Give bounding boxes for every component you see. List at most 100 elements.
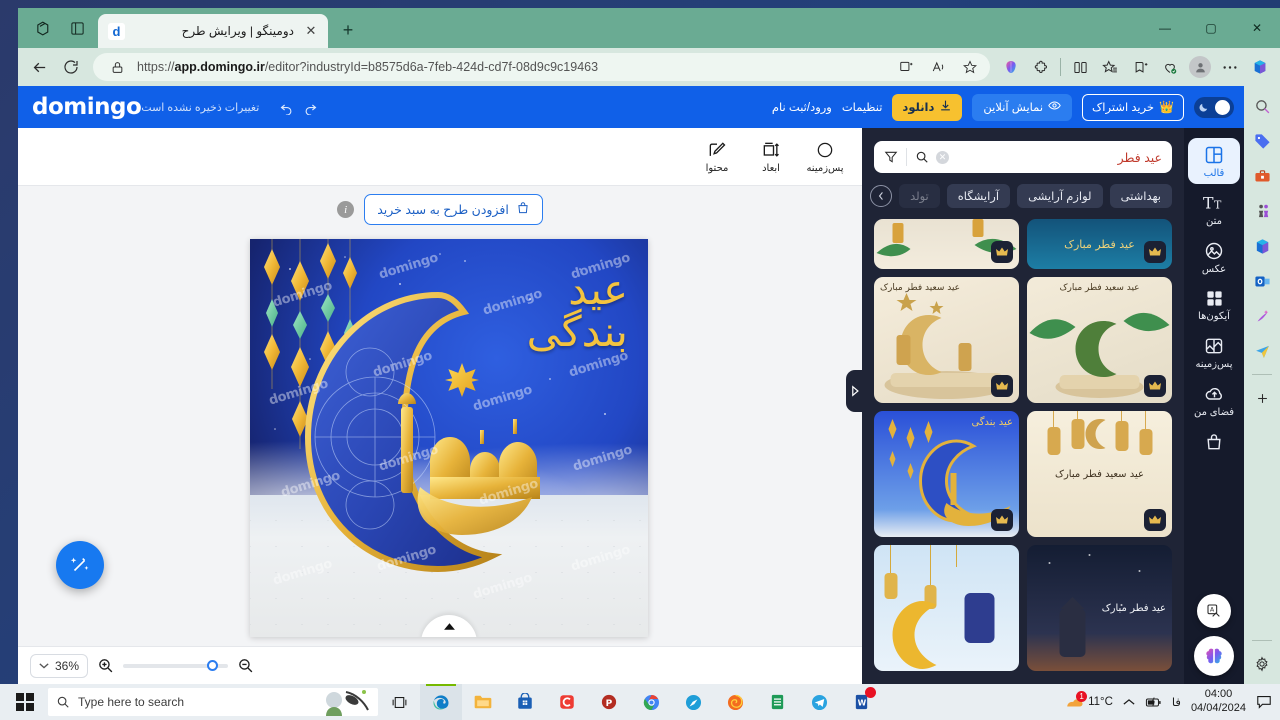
- battery-charging-icon[interactable]: [1145, 696, 1162, 709]
- p-app-icon[interactable]: P: [588, 684, 630, 720]
- tab-list-icon[interactable]: [62, 14, 92, 42]
- profile-icon[interactable]: [1186, 53, 1214, 81]
- add-to-cart-button[interactable]: افزودن طرح به سبد خرید: [364, 194, 543, 225]
- weather-widget[interactable]: 1 11°C: [1065, 691, 1113, 710]
- sheets-icon[interactable]: [756, 684, 798, 720]
- task-view-icon[interactable]: [378, 684, 420, 720]
- address-bar[interactable]: https://app.domingo.ir/editor?industryId…: [93, 53, 990, 81]
- language-indicator[interactable]: فا: [1172, 695, 1181, 709]
- microsoft365-icon[interactable]: [1250, 234, 1274, 258]
- file-explorer-icon[interactable]: [462, 684, 504, 720]
- copilot-icon[interactable]: [997, 53, 1025, 81]
- back-icon[interactable]: [24, 52, 54, 82]
- telegram-icon[interactable]: [798, 684, 840, 720]
- panel-collapse-toggle[interactable]: [846, 370, 863, 412]
- minimize-button[interactable]: —: [1142, 12, 1188, 44]
- firefox-icon[interactable]: [714, 684, 756, 720]
- add-icon[interactable]: [1250, 386, 1274, 410]
- new-tab-button[interactable]: +: [334, 16, 362, 44]
- sidebar-item-text[interactable]: T T متن: [1188, 186, 1240, 232]
- buy-subscription-button[interactable]: 👑 خرید اشتراک: [1082, 93, 1184, 121]
- show-hidden-icons-chevron-icon[interactable]: [1123, 698, 1135, 706]
- browser-tab[interactable]: d دومینگو | ویرایش طرح ✕: [98, 14, 328, 48]
- chip-arayeshgah[interactable]: آرایشگاه: [946, 184, 1011, 208]
- microsoft-store-icon[interactable]: [504, 684, 546, 720]
- sidebar-item-extra[interactable]: [1188, 425, 1240, 457]
- ai-brain-button[interactable]: [1194, 636, 1234, 676]
- tool-background[interactable]: پس‌زمینه: [800, 136, 850, 178]
- split-screen-icon[interactable]: [1066, 53, 1094, 81]
- sidebar-item-icons[interactable]: آیکون‌ها: [1188, 282, 1240, 327]
- zoom-level-select[interactable]: 36%: [30, 653, 89, 678]
- favorite-star-icon[interactable]: [958, 55, 982, 79]
- template-thumbnail[interactable]: عید سعید فطر مبارک: [1027, 411, 1172, 537]
- reload-icon[interactable]: [56, 52, 86, 82]
- notification-center-icon[interactable]: [1256, 695, 1272, 709]
- word-icon[interactable]: W: [840, 684, 882, 720]
- browser-essentials-icon[interactable]: [1156, 53, 1184, 81]
- zoom-slider-knob[interactable]: [207, 659, 219, 671]
- sidebar-item-template[interactable]: قالب: [1188, 138, 1240, 184]
- read-aloud-icon[interactable]: [926, 55, 950, 79]
- info-icon[interactable]: i: [337, 201, 355, 218]
- template-thumbnail[interactable]: عید سعید فطر مبارک: [1027, 277, 1172, 403]
- dark-mode-toggle[interactable]: [1194, 96, 1234, 118]
- design-canvas[interactable]: عید بندگی domingo domingo domingo doming…: [250, 239, 648, 637]
- taskbar-search[interactable]: Type here to search: [48, 688, 378, 716]
- tab-search-icon[interactable]: [28, 14, 58, 42]
- browser-icon[interactable]: [672, 684, 714, 720]
- tool-dimensions[interactable]: ابعاد: [746, 136, 796, 178]
- chrome-icon[interactable]: [630, 684, 672, 720]
- maximize-button[interactable]: ▢: [1188, 12, 1234, 44]
- favorites-icon[interactable]: [1096, 53, 1124, 81]
- template-thumbnail[interactable]: عید فطر مبارک: [1027, 545, 1172, 671]
- login-register-link[interactable]: ورود/ثبت نام: [772, 100, 832, 114]
- split-window-icon[interactable]: [894, 55, 918, 79]
- online-preview-button[interactable]: نمایش آنلاین: [972, 93, 1073, 121]
- start-button[interactable]: [2, 684, 48, 720]
- canvas-greeting-text[interactable]: عید بندگی: [508, 269, 628, 379]
- undo-icon[interactable]: [275, 96, 297, 118]
- ai-magic-button[interactable]: [56, 541, 104, 589]
- drop-icon[interactable]: [1250, 339, 1274, 363]
- sidebar-item-my-space[interactable]: فضای من: [1188, 377, 1240, 423]
- image-creator-icon[interactable]: [1250, 304, 1274, 328]
- clock-widget[interactable]: 04:00 04/04/2024: [1191, 688, 1246, 716]
- settings-gear-icon[interactable]: [1250, 652, 1274, 676]
- microsoft365-icon[interactable]: [1246, 53, 1274, 81]
- games-icon[interactable]: [1250, 199, 1274, 223]
- search-icon[interactable]: [915, 150, 929, 164]
- search-icon[interactable]: [1250, 94, 1274, 118]
- sidebar-item-image[interactable]: عکس: [1188, 234, 1240, 280]
- chip-bahdashti[interactable]: بهداشتی: [1109, 184, 1172, 208]
- settings-more-icon[interactable]: [1216, 53, 1244, 81]
- edge-icon[interactable]: [420, 684, 462, 720]
- tool-content[interactable]: محتوا: [692, 136, 742, 178]
- template-thumbnail[interactable]: عید فطر مبارک: [1027, 219, 1172, 269]
- clear-search-icon[interactable]: ✕: [936, 150, 949, 164]
- zoom-in-icon[interactable]: [97, 657, 114, 674]
- shopping-icon[interactable]: [1250, 129, 1274, 153]
- chip-lavazem-arayeshi[interactable]: لوازم آرایشی: [1017, 184, 1103, 208]
- template-thumbnail[interactable]: عید سعید فطر مبارک: [874, 277, 1019, 403]
- tab-close-icon[interactable]: ✕: [302, 22, 320, 40]
- extensions-icon[interactable]: [1027, 53, 1055, 81]
- zoom-slider[interactable]: [123, 659, 229, 671]
- zoom-out-icon[interactable]: [237, 657, 254, 674]
- template-thumbnail[interactable]: [874, 219, 1019, 269]
- filter-icon[interactable]: [884, 150, 898, 164]
- app-logo[interactable]: domingo: [32, 94, 142, 120]
- collections-icon[interactable]: [1126, 53, 1154, 81]
- search-input[interactable]: عید فطر: [955, 150, 1162, 165]
- tools-icon[interactable]: [1250, 164, 1274, 188]
- c-app-icon[interactable]: [546, 684, 588, 720]
- template-search-box[interactable]: عید فطر ✕: [874, 141, 1172, 173]
- outlook-icon[interactable]: [1250, 269, 1274, 293]
- template-thumbnail[interactable]: عید بندگی: [874, 411, 1019, 537]
- chip-tavalod[interactable]: تولد: [899, 184, 940, 208]
- close-button[interactable]: ✕: [1234, 12, 1280, 44]
- template-thumbnail[interactable]: [874, 545, 1019, 671]
- redo-icon[interactable]: [299, 96, 321, 118]
- sidebar-item-background[interactable]: پس‌زمینه: [1188, 329, 1240, 375]
- download-button[interactable]: دانلود: [892, 93, 963, 121]
